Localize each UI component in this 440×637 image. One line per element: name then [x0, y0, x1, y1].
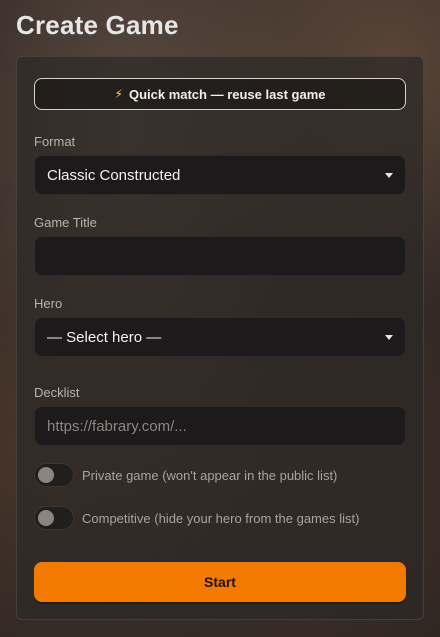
hero-select[interactable]: — Select hero —: [34, 317, 406, 357]
start-button[interactable]: Start: [34, 562, 406, 602]
create-game-panel: ⚡ Quick match — reuse last game Format C…: [16, 56, 424, 620]
game-title-input[interactable]: [34, 236, 406, 276]
hero-value: — Select hero —: [47, 328, 162, 346]
quick-match-button[interactable]: ⚡ Quick match — reuse last game: [34, 78, 406, 110]
chevron-down-icon: [385, 334, 393, 340]
competitive-label: Competitive (hide your hero from the gam…: [82, 510, 360, 526]
private-game-label: Private game (won't appear in the public…: [82, 467, 338, 483]
quick-match-label: Quick match — reuse last game: [128, 86, 326, 102]
private-game-row: Private game (won't appear in the public…: [34, 463, 337, 487]
toggle-knob: [38, 510, 54, 526]
game-title-label: Game Title: [34, 215, 97, 230]
decklist-label: Decklist: [34, 385, 80, 400]
private-game-toggle[interactable]: [34, 463, 74, 487]
decklist-input[interactable]: [34, 406, 406, 446]
competitive-toggle[interactable]: [34, 506, 74, 530]
hero-label: Hero: [34, 296, 63, 311]
format-label: Format: [34, 134, 76, 149]
format-value: Classic Constructed: [47, 166, 181, 184]
format-select[interactable]: Classic Constructed: [34, 155, 406, 195]
lightning-bolt-icon: ⚡: [114, 87, 123, 101]
toggle-knob: [38, 467, 54, 483]
competitive-row: Competitive (hide your hero from the gam…: [34, 506, 359, 530]
page-title: Create Game: [16, 10, 179, 40]
chevron-down-icon: [385, 172, 393, 178]
